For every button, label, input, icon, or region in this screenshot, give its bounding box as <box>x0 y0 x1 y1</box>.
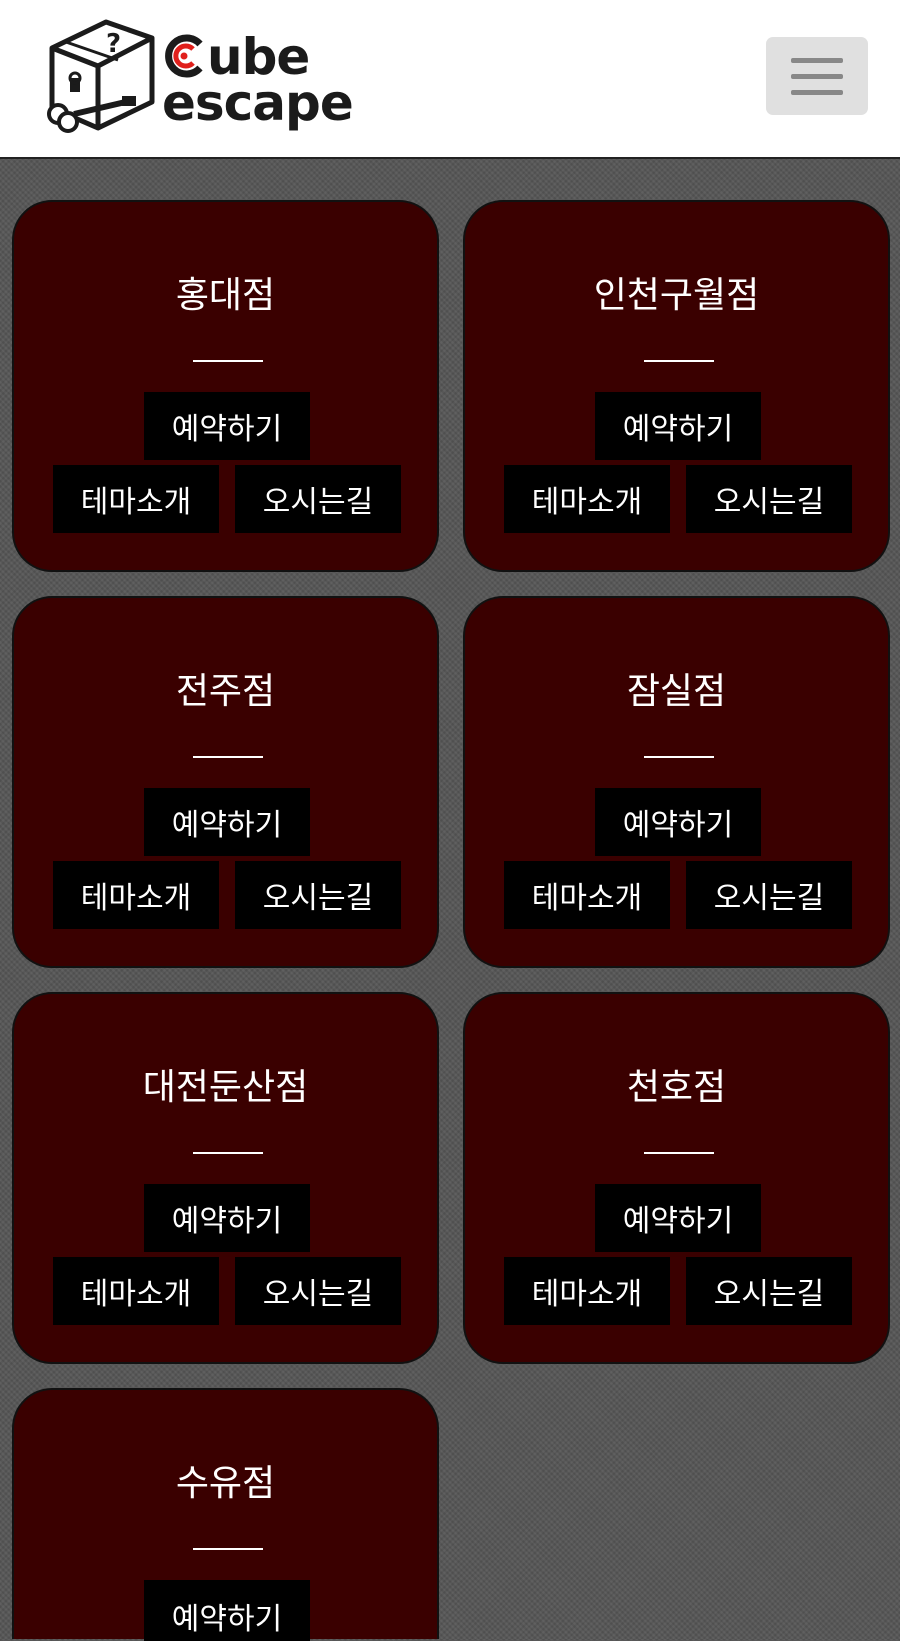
site-header: ? ube escape <box>0 0 900 159</box>
branch-card: 천호점 예약하기 테마소개 오시는길 <box>463 992 890 1364</box>
branch-card: 전주점 예약하기 테마소개 오시는길 <box>12 596 439 968</box>
reserve-button[interactable]: 예약하기 <box>595 788 761 856</box>
cube-escape-logo[interactable]: ? ube escape <box>44 16 354 136</box>
branch-name: 인천구월점 <box>593 275 760 316</box>
directions-button[interactable]: 오시는길 <box>235 861 401 929</box>
reserve-button[interactable]: 예약하기 <box>144 1580 310 1641</box>
directions-button[interactable]: 오시는길 <box>686 1257 852 1325</box>
theme-intro-button[interactable]: 테마소개 <box>53 465 219 533</box>
theme-intro-button[interactable]: 테마소개 <box>504 1257 670 1325</box>
directions-button[interactable]: 오시는길 <box>235 465 401 533</box>
divider <box>193 756 263 758</box>
branch-card: 대전둔산점 예약하기 테마소개 오시는길 <box>12 992 439 1364</box>
logo-c-target-icon <box>165 34 203 78</box>
theme-intro-button[interactable]: 테마소개 <box>53 861 219 929</box>
divider <box>193 360 263 362</box>
branch-name: 잠실점 <box>626 671 727 712</box>
theme-intro-button[interactable]: 테마소개 <box>504 465 670 533</box>
divider <box>193 1152 263 1154</box>
branch-name: 천호점 <box>626 1067 727 1108</box>
directions-button[interactable]: 오시는길 <box>686 465 852 533</box>
reserve-button[interactable]: 예약하기 <box>144 1184 310 1252</box>
directions-button[interactable]: 오시는길 <box>235 1257 401 1325</box>
logo-word-escape: escape <box>162 74 354 132</box>
divider <box>644 756 714 758</box>
branch-name: 수유점 <box>175 1463 276 1504</box>
theme-intro-button[interactable]: 테마소개 <box>504 861 670 929</box>
svg-text:?: ? <box>106 29 121 59</box>
reserve-button[interactable]: 예약하기 <box>144 788 310 856</box>
branch-card: 잠실점 예약하기 테마소개 오시는길 <box>463 596 890 968</box>
branch-name: 전주점 <box>175 671 276 712</box>
reserve-button[interactable]: 예약하기 <box>595 1184 761 1252</box>
menu-toggle-button[interactable] <box>766 37 868 115</box>
hamburger-menu-icon <box>791 74 843 79</box>
divider <box>644 1152 714 1154</box>
divider <box>193 1548 263 1550</box>
branch-card: 홍대점 예약하기 테마소개 오시는길 <box>12 200 439 572</box>
branch-card: 수유점 예약하기 <box>12 1388 439 1641</box>
cube-box-icon: ? <box>47 19 155 133</box>
theme-intro-button[interactable]: 테마소개 <box>53 1257 219 1325</box>
branch-name: 대전둔산점 <box>142 1067 309 1108</box>
divider <box>644 360 714 362</box>
hamburger-menu-icon <box>791 90 843 95</box>
hamburger-menu-icon <box>791 58 843 63</box>
directions-button[interactable]: 오시는길 <box>686 861 852 929</box>
branch-name: 홍대점 <box>175 275 276 316</box>
reserve-button[interactable]: 예약하기 <box>144 392 310 460</box>
reserve-button[interactable]: 예약하기 <box>595 392 761 460</box>
branch-card: 인천구월점 예약하기 테마소개 오시는길 <box>463 200 890 572</box>
